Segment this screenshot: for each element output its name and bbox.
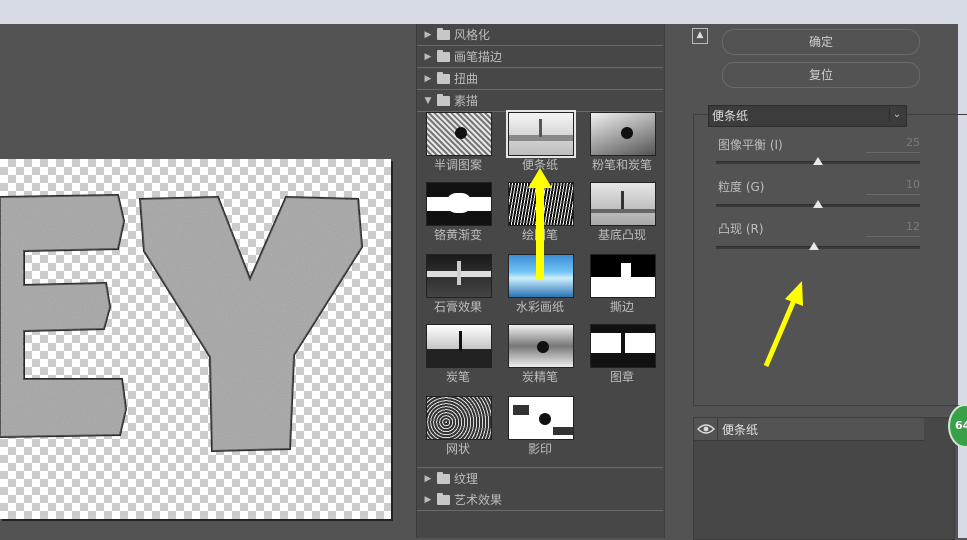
annotation-arrow-up-right [763,281,803,367]
annotation-arrows [528,168,803,367]
annotation-arrow-up [528,168,552,280]
